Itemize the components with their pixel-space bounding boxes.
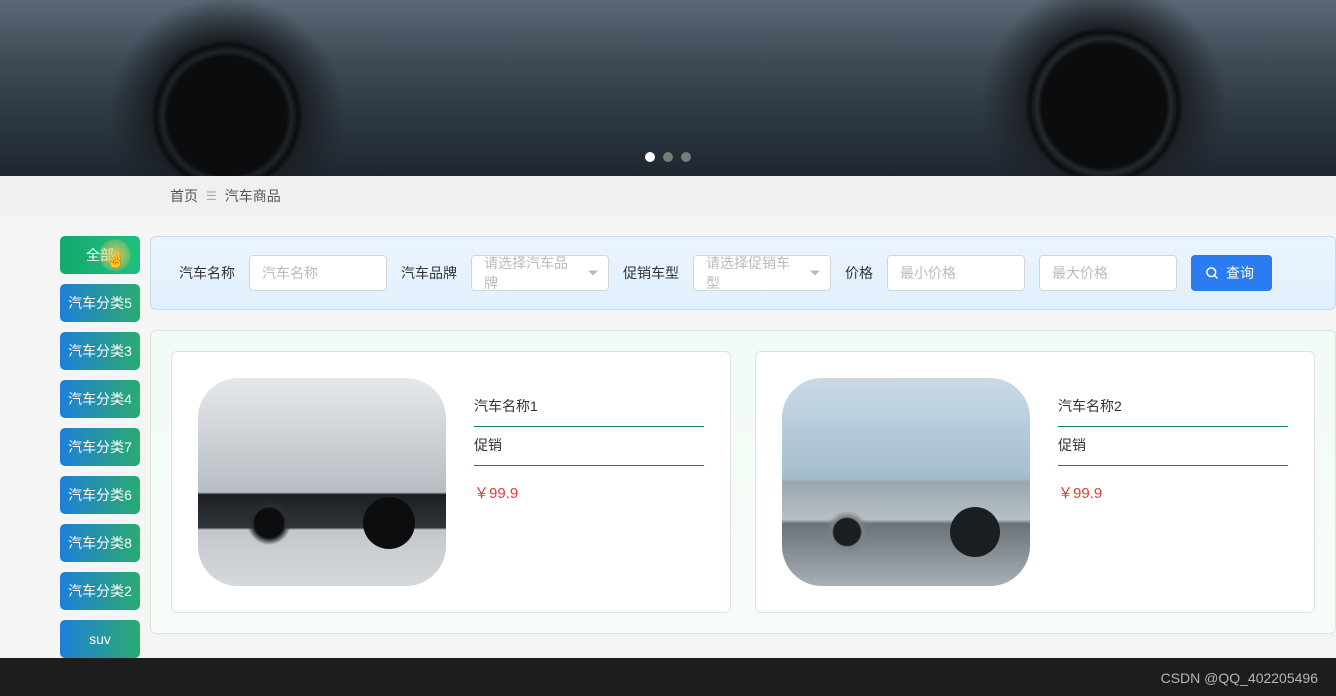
carousel-dot-2[interactable] (663, 152, 673, 162)
category-item-3[interactable]: 汽车分类3 (60, 332, 140, 370)
brand-select-placeholder: 请选择汽车品牌 (484, 253, 576, 293)
min-price-input[interactable] (887, 255, 1025, 291)
category-label: 汽车分类4 (68, 389, 132, 409)
name-input[interactable] (249, 255, 387, 291)
query-button[interactable]: 查询 (1191, 255, 1272, 291)
carousel-indicators (645, 152, 691, 162)
category-item-8[interactable]: 汽车分类8 (60, 524, 140, 562)
category-item-suv[interactable]: suv (60, 620, 140, 658)
category-label: 汽车分类6 (68, 485, 132, 505)
product-list: 汽车名称1 促销 ￥99.9 汽车名称2 促销 ￥99.9 (150, 330, 1336, 634)
hero-banner (0, 0, 1336, 176)
category-all[interactable]: 全部 ☝ (60, 236, 140, 274)
carousel-dot-1[interactable] (645, 152, 655, 162)
search-icon (1205, 266, 1220, 281)
category-item-5[interactable]: 汽车分类5 (60, 284, 140, 322)
category-label: 汽车分类7 (68, 437, 132, 457)
price-label: 价格 (845, 263, 873, 283)
watermark: CSDN @QQ_402205496 (1161, 670, 1318, 686)
category-label: 汽车分类2 (68, 581, 132, 601)
product-info: 汽车名称2 促销 ￥99.9 (1058, 378, 1288, 586)
promo-select[interactable]: 请选择促销车型 (693, 255, 831, 291)
product-card[interactable]: 汽车名称1 促销 ￥99.9 (171, 351, 731, 613)
max-price-input[interactable] (1039, 255, 1177, 291)
breadcrumb-current: 汽车商品 (225, 186, 281, 206)
carousel-dot-3[interactable] (681, 152, 691, 162)
product-info: 汽车名称1 促销 ￥99.9 (474, 378, 704, 586)
footer (0, 658, 1336, 696)
product-image (782, 378, 1030, 586)
promo-select-placeholder: 请选择促销车型 (706, 253, 798, 293)
category-item-2[interactable]: 汽车分类2 (60, 572, 140, 610)
category-item-7[interactable]: 汽车分类7 (60, 428, 140, 466)
category-label: 汽车分类5 (68, 293, 132, 313)
category-sidebar: 全部 ☝ 汽车分类5 汽车分类3 汽车分类4 汽车分类7 汽车分类6 汽车分类8… (60, 236, 140, 658)
product-price: ￥99.9 (474, 466, 704, 503)
category-label: 汽车分类8 (68, 533, 132, 553)
brand-select[interactable]: 请选择汽车品牌 (471, 255, 609, 291)
query-button-label: 查询 (1226, 263, 1254, 283)
product-price: ￥99.9 (1058, 466, 1288, 503)
product-tag: 促销 (474, 427, 704, 466)
product-name: 汽车名称2 (1058, 388, 1288, 427)
breadcrumb-home[interactable]: 首页 (170, 186, 198, 206)
product-tag: 促销 (1058, 427, 1288, 466)
product-card[interactable]: 汽车名称2 促销 ￥99.9 (755, 351, 1315, 613)
filter-bar: 汽车名称 汽车品牌 请选择汽车品牌 促销车型 请选择促销车型 价格 查询 (150, 236, 1336, 310)
category-label: 汽车分类3 (68, 341, 132, 361)
hand-cursor-icon: ☝ (106, 250, 126, 270)
product-name: 汽车名称1 (474, 388, 704, 427)
promo-label: 促销车型 (623, 263, 679, 283)
name-label: 汽车名称 (179, 263, 235, 283)
category-label: suv (89, 631, 111, 647)
brand-label: 汽车品牌 (401, 263, 457, 283)
category-item-6[interactable]: 汽车分类6 (60, 476, 140, 514)
product-image (198, 378, 446, 586)
category-item-4[interactable]: 汽车分类4 (60, 380, 140, 418)
breadcrumb: 首页 ☰ 汽车商品 (0, 176, 1336, 216)
breadcrumb-separator-icon: ☰ (206, 189, 217, 203)
